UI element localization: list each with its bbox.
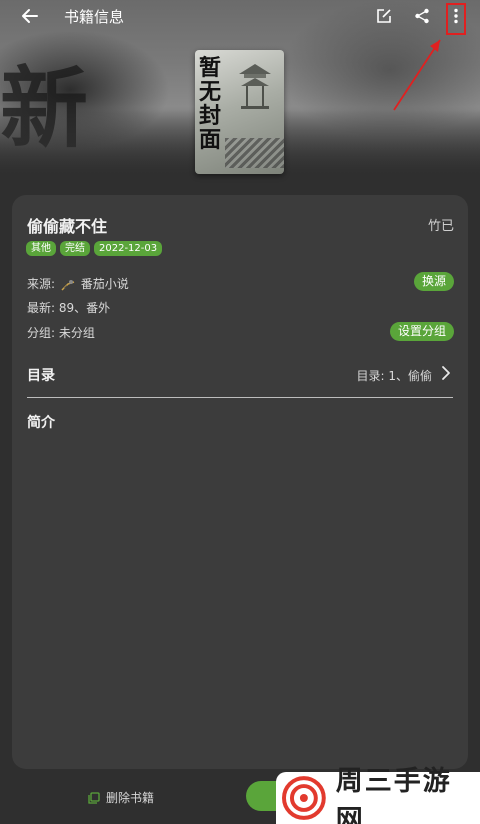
delete-icon: [88, 791, 100, 804]
divider: [27, 397, 453, 398]
back-button[interactable]: [18, 4, 42, 28]
change-source-button[interactable]: 换源: [413, 272, 454, 291]
cover-placeholder-text: 暂无封面: [199, 55, 222, 153]
set-group-button[interactable]: 设置分组: [389, 322, 454, 341]
chevron-right-icon[interactable]: [438, 364, 454, 382]
source-app-icon: [61, 279, 75, 291]
top-bar: 书籍信息: [0, 0, 480, 32]
book-info-card: 偷偷藏不住 竹已 其他 完结 2022-12-03 来源: 番茄小说 换源 最新…: [12, 195, 468, 769]
source-label: 来源:: [27, 277, 56, 291]
tag-date: 2022-12-03: [94, 241, 163, 256]
tag-status: 完结: [60, 241, 90, 256]
edit-icon: [377, 9, 391, 23]
share-button[interactable]: [410, 4, 434, 28]
watermark-text: 周三手游网: [335, 766, 452, 824]
arrow-left-icon: [22, 9, 38, 23]
cover-roof-pattern: [225, 138, 284, 168]
tag-category: 其他: [26, 241, 56, 256]
toc-label[interactable]: 目录: [27, 365, 55, 385]
edit-button[interactable]: [372, 4, 396, 28]
pavilion-icon: [239, 64, 271, 109]
intro-label: 简介: [27, 415, 55, 431]
page-title: 书籍信息: [64, 8, 125, 26]
book-title: 偷偷藏不住: [27, 217, 108, 236]
annotation-arrow-icon: [393, 39, 441, 111]
delete-book-button[interactable]: 删除书籍: [88, 789, 154, 806]
source-name: 番茄小说: [80, 277, 129, 291]
watermark-logo-icon: [282, 776, 326, 820]
tag-list: 其他 完结 2022-12-03: [26, 241, 163, 256]
group-row: 分组: 未分组: [27, 326, 95, 340]
book-author: 竹已: [427, 219, 454, 234]
delete-book-label: 删除书籍: [106, 791, 155, 805]
latest-chapter: 最新: 89、番外: [27, 301, 111, 315]
toc-current-chapter[interactable]: 目录: 1、偷偷: [357, 367, 433, 384]
watermark: 周三手游网: [276, 766, 480, 824]
source-row: 来源: 番茄小说: [27, 275, 129, 292]
share-icon: [415, 8, 429, 24]
book-cover[interactable]: 暂无封面: [195, 50, 284, 174]
annotation-highlight-box: [446, 3, 466, 35]
